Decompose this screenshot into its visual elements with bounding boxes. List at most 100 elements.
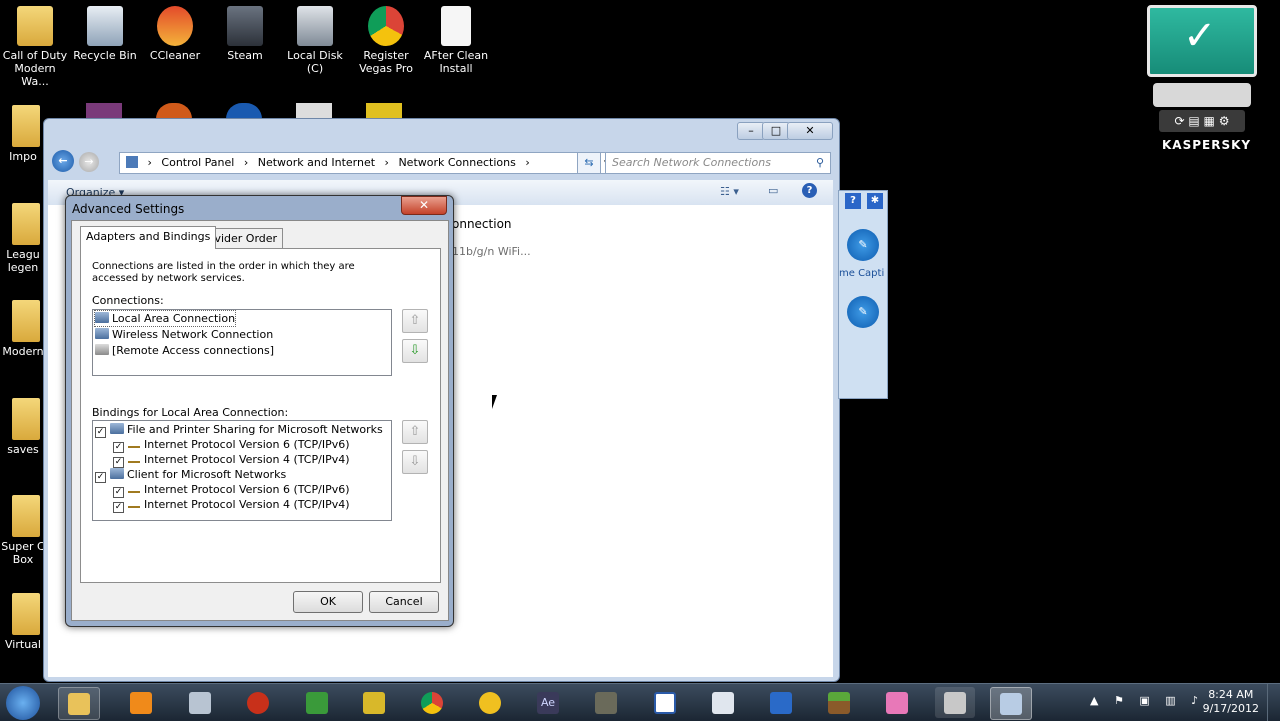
taskbar-app-green[interactable]: [297, 687, 337, 718]
taskbar-after-effects[interactable]: Ae: [528, 687, 568, 718]
connections-list[interactable]: Local Area Connection Wireless Network C…: [92, 309, 392, 376]
desktop-icon-label: Impo: [9, 150, 37, 163]
binding-item[interactable]: ✓ Internet Protocol Version 4 (TCP/IPv4): [113, 452, 350, 468]
bindings-label: Bindings for Local Area Connection:: [92, 406, 289, 419]
arrow-up-icon: ⇧: [409, 424, 421, 439]
preview-pane-icon[interactable]: ▭: [768, 184, 778, 197]
desktop-icon-impo[interactable]: Impo: [0, 105, 46, 163]
binding-checkbox[interactable]: ✓: [113, 502, 124, 513]
taskbar-media-player[interactable]: [121, 687, 161, 718]
taskbar-app-pink[interactable]: [877, 687, 917, 718]
desktop-icon-super-box[interactable]: Super C Box: [0, 495, 46, 566]
address-bar[interactable]: › Control Panel › Network and Internet ›…: [119, 152, 643, 174]
desktop-icon-cod[interactable]: Call of Duty Modern Wa...: [0, 6, 70, 88]
taskbar-app-kaspersky[interactable]: [935, 687, 975, 718]
arrow-up-icon: ⇧: [409, 313, 421, 328]
breadcrumb-network-connections[interactable]: Network Connections: [398, 156, 515, 169]
taskbar-network-window[interactable]: [990, 687, 1032, 720]
kaspersky-gadget[interactable]: ✓ ⟳ ▤ ▦ ⚙ KASPERSKY: [1147, 5, 1259, 155]
binding-checkbox[interactable]: ✓: [95, 427, 106, 438]
binding-checkbox[interactable]: ✓: [95, 472, 106, 483]
show-desktop-button[interactable]: [1267, 684, 1280, 721]
app-icon: [363, 692, 385, 714]
folder-icon: [12, 593, 40, 635]
move-up-button[interactable]: ⇧: [402, 309, 428, 333]
desktop-icon-register-vegas[interactable]: Register Vegas Pro: [351, 6, 421, 75]
cancel-button[interactable]: Cancel: [369, 591, 439, 613]
taskbar-app-red[interactable]: [238, 687, 278, 718]
bindings-list[interactable]: ✓ File and Printer Sharing for Microsoft …: [92, 420, 392, 521]
app-icon: [770, 692, 792, 714]
start-button[interactable]: [6, 686, 40, 720]
taskbar-game[interactable]: [586, 687, 626, 718]
desktop-icon-label: Steam: [227, 49, 263, 62]
binding-item[interactable]: ✓ Internet Protocol Version 6 (TCP/IPv6): [113, 437, 350, 453]
taskbar-window[interactable]: [645, 687, 685, 718]
desktop-icon-modern[interactable]: Modern: [0, 300, 46, 358]
tab-panel: Connections are listed in the order in w…: [80, 248, 441, 583]
folder-icon: [12, 495, 40, 537]
binding-item[interactable]: ✓ Internet Protocol Version 4 (TCP/IPv4): [113, 497, 350, 513]
desktop-icon-local-disk[interactable]: Local Disk (C): [280, 6, 350, 75]
desktop-icon-after-clean[interactable]: AFter Clean Install: [421, 6, 491, 75]
binding-item[interactable]: ✓ Client for Microsoft Networks: [95, 467, 286, 483]
connection-name[interactable]: onnection: [452, 217, 512, 231]
minimize-button[interactable]: –: [737, 122, 765, 140]
desktop-icon-label: saves: [7, 443, 39, 456]
list-item[interactable]: [Remote Access connections]: [95, 343, 274, 358]
desktop-icon-steam[interactable]: Steam: [210, 6, 280, 62]
breadcrumb-control-panel[interactable]: Control Panel: [161, 156, 234, 169]
taskbar-minecraft[interactable]: [819, 687, 859, 718]
flask-icon: [712, 692, 734, 714]
desktop-icon-ccleaner[interactable]: CCleaner: [140, 6, 210, 62]
maximize-button[interactable]: □: [762, 122, 790, 140]
taskbar-app-99[interactable]: [354, 687, 394, 718]
arrow-down-icon: ⇩: [409, 343, 421, 358]
binding-move-down-button[interactable]: ⇩: [402, 450, 428, 474]
tray-icons[interactable]: ▲ ⚑ ▣ ▥ ♪: [1090, 694, 1204, 707]
side-panel-label: me Capti: [839, 268, 885, 279]
close-button[interactable]: ✕: [787, 122, 833, 140]
refresh-button[interactable]: ⇆: [577, 152, 601, 174]
breadcrumb-separator-icon: ›: [243, 156, 249, 169]
checkmark-icon: ✓: [1183, 13, 1217, 59]
desktop-icon-label: AFter Clean Install: [423, 49, 489, 75]
breadcrumb-network-internet[interactable]: Network and Internet: [258, 156, 375, 169]
taskbar-app-blue[interactable]: [761, 687, 801, 718]
taskbar-explorer[interactable]: [58, 687, 100, 720]
dialog-close-button[interactable]: ✕: [401, 196, 447, 215]
back-button[interactable]: ←: [52, 150, 74, 172]
binding-item[interactable]: ✓ File and Printer Sharing for Microsoft …: [95, 422, 383, 438]
help-icon[interactable]: ?: [802, 183, 817, 198]
taskbar-flask[interactable]: [703, 687, 743, 718]
binding-move-up-button[interactable]: ⇧: [402, 420, 428, 444]
help-icon[interactable]: ?: [845, 193, 861, 209]
forward-button[interactable]: →: [79, 152, 99, 172]
desktop-icon-saves[interactable]: saves: [0, 398, 46, 456]
settings-icon[interactable]: ✱: [867, 193, 883, 209]
search-input[interactable]: Search Network Connections ⚲: [605, 152, 831, 174]
search-placeholder: Search Network Connections: [612, 156, 771, 169]
view-options-icon[interactable]: ☷ ▾: [720, 185, 739, 198]
move-down-button[interactable]: ⇩: [402, 339, 428, 363]
protocol-icon: [128, 482, 140, 493]
desktop-icon-virtual[interactable]: Virtual: [0, 593, 46, 651]
list-item[interactable]: Local Area Connection: [93, 310, 237, 327]
list-item[interactable]: Wireless Network Connection: [95, 327, 273, 342]
tool-icon[interactable]: ✎: [847, 296, 879, 328]
binding-item[interactable]: ✓ Internet Protocol Version 6 (TCP/IPv6): [113, 482, 350, 498]
hidden-icon: [226, 103, 262, 119]
desktop-icon-league[interactable]: Leagu legen: [0, 203, 46, 274]
taskbar-chrome[interactable]: [412, 687, 452, 718]
clock-time: 8:24 AM: [1208, 688, 1254, 701]
taskbar-app-yellow[interactable]: [470, 687, 510, 718]
app-icon: [886, 692, 908, 714]
system-clock[interactable]: 8:24 AM 9/17/2012: [1203, 688, 1259, 716]
ok-button[interactable]: OK: [293, 591, 363, 613]
taskbar-snipping[interactable]: [180, 687, 220, 718]
desktop-icon-recycle-bin[interactable]: Recycle Bin: [70, 6, 140, 62]
tab-adapters-and-bindings[interactable]: Adapters and Bindings: [80, 226, 217, 249]
gadget-buttons[interactable]: ⟳ ▤ ▦ ⚙: [1159, 110, 1245, 132]
tool-icon[interactable]: ✎: [847, 229, 879, 261]
breadcrumb-separator-icon: ›: [147, 156, 152, 169]
